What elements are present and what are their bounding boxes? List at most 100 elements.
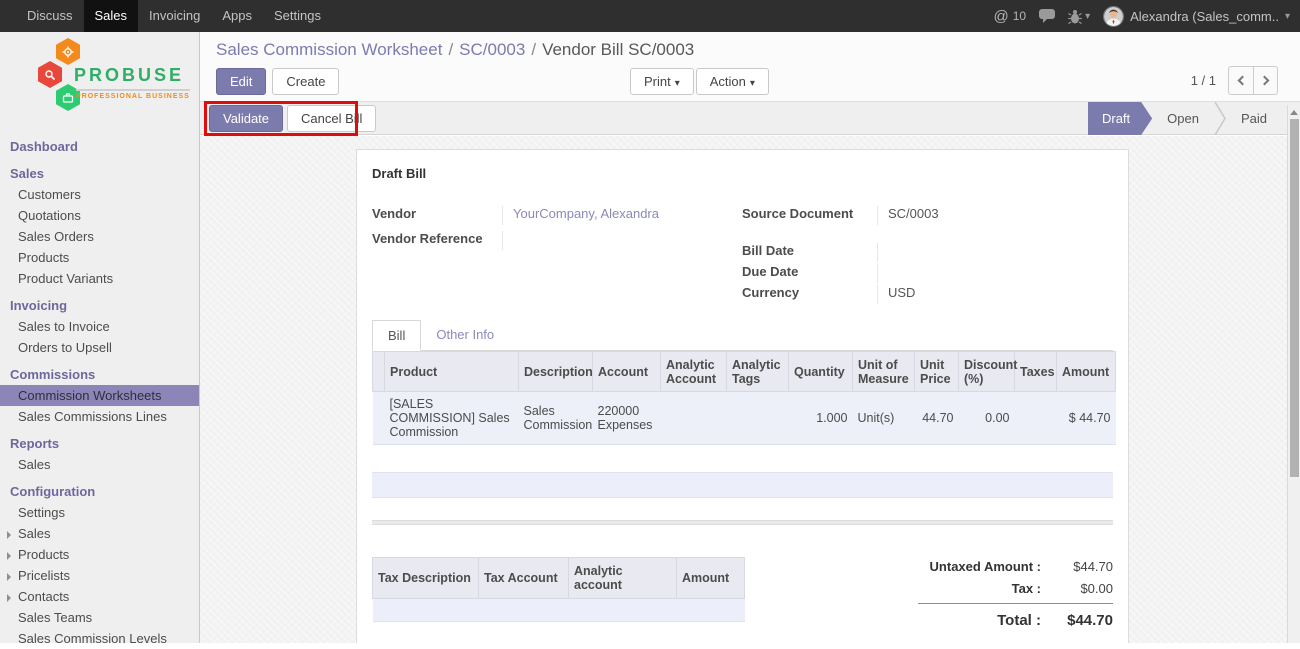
- cell-amount: $ 44.70: [1057, 392, 1116, 445]
- pager-previous-button[interactable]: [1228, 66, 1253, 95]
- sidebar-item-sales-commission-levels[interactable]: Sales Commission Levels: [0, 628, 199, 649]
- sidebar-section-sales[interactable]: Sales: [0, 163, 199, 184]
- invoice-lines-table: Product Description Account Analytic Acc…: [372, 351, 1116, 445]
- cell-taxes: [1015, 392, 1057, 445]
- validate-button[interactable]: Validate: [209, 105, 283, 132]
- handle-column-header: [373, 352, 385, 392]
- cell-account: 220000 Expenses: [593, 392, 661, 445]
- sidebar-section-commissions[interactable]: Commissions: [0, 364, 199, 385]
- cancel-bill-button[interactable]: Cancel Bill: [287, 105, 376, 132]
- fields-left-column: Vendor YourCompany, Alexandra Vendor Ref…: [372, 206, 722, 310]
- breadcrumb-current: Vendor Bill SC/0003: [542, 40, 694, 59]
- top-menu-invoicing[interactable]: Invoicing: [138, 0, 211, 32]
- top-menu-settings[interactable]: Settings: [263, 0, 332, 32]
- print-dropdown-button[interactable]: Print▾: [630, 68, 694, 95]
- column-discount[interactable]: Discount (%): [959, 352, 1015, 392]
- status-chevron-icon: [1214, 102, 1226, 135]
- untaxed-amount-label: Untaxed Amount :: [930, 559, 1041, 574]
- sidebar-item-sales-teams[interactable]: Sales Teams: [0, 607, 199, 628]
- tab-bill[interactable]: Bill: [372, 320, 421, 351]
- sidebar-item-products[interactable]: Products: [0, 247, 199, 268]
- scroll-up-arrow-icon[interactable]: [1290, 110, 1298, 115]
- due-date-value: [877, 264, 1113, 283]
- sidebar-item-sales-to-invoice[interactable]: Sales to Invoice: [0, 316, 199, 337]
- top-menu-discuss[interactable]: Discuss: [16, 0, 84, 32]
- status-step-open[interactable]: Open: [1152, 102, 1214, 135]
- sidebar-item-settings[interactable]: Settings: [0, 502, 199, 523]
- form-view-background: Draft Bill Vendor YourCompany, Alexandra…: [200, 136, 1300, 643]
- debug-menu[interactable]: ▾: [1068, 9, 1090, 24]
- vendor-value-link[interactable]: YourCompany, Alexandra: [502, 206, 722, 225]
- sidebar-item-sales-orders[interactable]: Sales Orders: [0, 226, 199, 247]
- breadcrumb-sc0003-link[interactable]: SC/0003: [459, 40, 525, 59]
- column-description[interactable]: Description: [519, 352, 593, 392]
- sidebar-item-config-pricelists[interactable]: Pricelists: [0, 565, 199, 586]
- logo-subtitle: PROFESSIONAL BUSINESS: [76, 89, 190, 100]
- tab-other-info[interactable]: Other Info: [421, 320, 509, 350]
- total-label: Total :: [997, 612, 1041, 629]
- top-menu-apps[interactable]: Apps: [211, 0, 263, 32]
- column-unit-price[interactable]: Unit Price: [915, 352, 959, 392]
- sidebar-item-customers[interactable]: Customers: [0, 184, 199, 205]
- sidebar-item-dashboard[interactable]: Dashboard: [0, 136, 199, 157]
- app-logo: PROBUSE PROFESSIONAL BUSINESS: [0, 32, 199, 120]
- sidebar-item-sales-commissions-lines[interactable]: Sales Commissions Lines: [0, 406, 199, 427]
- sidebar-item-product-variants[interactable]: Product Variants: [0, 268, 199, 289]
- empty-line-placeholder[interactable]: [372, 472, 1113, 498]
- invoice-line-row[interactable]: [SALES COMMISSION] Sales Commission Sale…: [373, 392, 1116, 445]
- sidebar-item-config-contacts[interactable]: Contacts: [0, 586, 199, 607]
- tax-value: $0.00: [1055, 581, 1113, 596]
- document-state-title: Draft Bill: [372, 166, 1113, 181]
- top-menu-sales[interactable]: Sales: [84, 0, 139, 32]
- sidebar-item-config-products[interactable]: Products: [0, 544, 199, 565]
- user-menu[interactable]: Alexandra (Sales_comm.. ▾: [1103, 6, 1290, 27]
- column-amount[interactable]: Amount: [1057, 352, 1116, 392]
- column-analytic-tags[interactable]: Analytic Tags: [727, 352, 789, 392]
- sidebar-item-orders-to-upsell[interactable]: Orders to Upsell: [0, 337, 199, 358]
- user-name: Alexandra (Sales_comm..: [1130, 9, 1279, 24]
- cell-analytic-account: [661, 392, 727, 445]
- form-buttons: Edit Create: [216, 68, 339, 95]
- sidebar-section-invoicing[interactable]: Invoicing: [0, 295, 199, 316]
- pager-next-button[interactable]: [1253, 66, 1278, 95]
- sidebar-item-quotations[interactable]: Quotations: [0, 205, 199, 226]
- sidebar-item-reports-sales[interactable]: Sales: [0, 454, 199, 475]
- column-quantity[interactable]: Quantity: [789, 352, 853, 392]
- create-button[interactable]: Create: [272, 68, 339, 95]
- mention-counter[interactable]: @ 10: [994, 8, 1027, 25]
- breadcrumb-worksheets-link[interactable]: Sales Commission Worksheet: [216, 40, 442, 59]
- sidebar-menu: Dashboard Sales Customers Quotations Sal…: [0, 136, 199, 649]
- edit-button[interactable]: Edit: [216, 68, 266, 95]
- sidebar-section-configuration[interactable]: Configuration: [0, 481, 199, 502]
- column-taxes[interactable]: Taxes: [1015, 352, 1057, 392]
- totals-separator: [918, 603, 1113, 604]
- column-tax-amount[interactable]: Amount: [677, 558, 745, 599]
- untaxed-amount-value: $44.70: [1055, 559, 1113, 574]
- sidebar-item-commission-worksheets[interactable]: Commission Worksheets: [0, 385, 199, 406]
- column-analytic-account[interactable]: Analytic Account: [661, 352, 727, 392]
- column-account[interactable]: Account: [593, 352, 661, 392]
- scrollbar-thumb[interactable]: [1290, 119, 1299, 477]
- action-dropdown-button[interactable]: Action▾: [696, 68, 769, 95]
- column-tax-analytic-account[interactable]: Analytic account: [569, 558, 677, 599]
- logo-gear-hexagon: [56, 38, 80, 65]
- column-unit-of-measure[interactable]: Unit of Measure: [853, 352, 915, 392]
- scrollbar[interactable]: [1287, 105, 1300, 643]
- sidebar-item-config-sales[interactable]: Sales: [0, 523, 199, 544]
- expand-arrow-icon: [7, 552, 11, 560]
- logo-title: PROBUSE: [74, 65, 184, 86]
- expand-arrow-icon: [7, 594, 11, 602]
- column-product[interactable]: Product: [385, 352, 519, 392]
- cell-unit-price: 44.70: [915, 392, 959, 445]
- expand-arrow-icon: [7, 531, 11, 539]
- top-menu-list: Discuss Sales Invoicing Apps Settings: [16, 0, 332, 32]
- sidebar-section-reports[interactable]: Reports: [0, 433, 199, 454]
- status-step-paid[interactable]: Paid: [1226, 102, 1282, 135]
- messages-icon[interactable]: [1039, 9, 1055, 23]
- breadcrumb-separator: /: [448, 40, 453, 59]
- column-tax-description[interactable]: Tax Description: [373, 558, 479, 599]
- column-tax-account[interactable]: Tax Account: [479, 558, 569, 599]
- chevron-left-icon: [1238, 76, 1248, 86]
- main-area: Sales Commission Worksheet/SC/0003/Vendo…: [200, 32, 1300, 643]
- tax-empty-row[interactable]: [373, 599, 745, 622]
